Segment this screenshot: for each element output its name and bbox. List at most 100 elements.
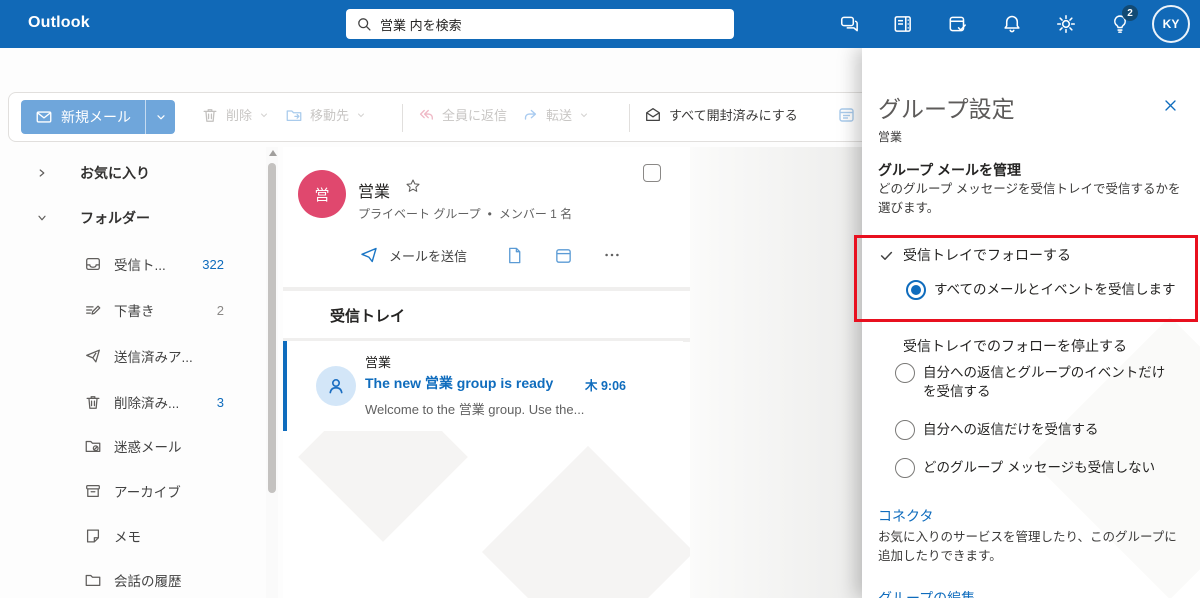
inbox-title: 受信トレイ — [330, 308, 406, 325]
edit-group-link[interactable]: グループの編集 — [878, 588, 975, 598]
sidebar-item-favorites[interactable]: お気に入り — [0, 156, 262, 190]
checkmark-icon — [880, 251, 893, 260]
top-app-bar: Outlook 営業 内を検索 2 KY — [0, 0, 1200, 48]
inbox-icon — [84, 255, 102, 273]
scrollbar-thumb[interactable] — [268, 163, 276, 493]
settings-gear-icon[interactable] — [1054, 12, 1078, 36]
message-list-item[interactable]: 営業 The new 営業 group is ready 木 9:06 Welc… — [283, 341, 683, 431]
group-header-card: 営 営業 プライベート グループ • メンバー 1 名 メールを送信 — [283, 150, 683, 287]
files-icon[interactable] — [505, 246, 524, 265]
connectors-link[interactable]: コネクタ — [878, 506, 933, 526]
chevron-right-icon — [36, 167, 48, 179]
send-mail-plane-icon[interactable] — [359, 245, 379, 265]
more-options-icon[interactable] — [603, 246, 621, 264]
account-avatar[interactable]: KY — [1152, 5, 1190, 43]
chevron-down-icon — [36, 212, 48, 224]
sidebar-item-sent[interactable]: 送信済みア... — [0, 339, 262, 373]
move-to-label: 移動先 — [310, 108, 350, 123]
outlook-window: Outlook 営業 内を検索 2 KY ホーム — [0, 0, 1200, 598]
mail-open-icon — [644, 106, 662, 124]
reply-all-button[interactable]: 全員に返信 — [417, 105, 507, 124]
message-time: 木 9:06 — [585, 379, 626, 393]
sidebar-item-archive[interactable]: アーカイブ — [0, 474, 262, 508]
deleted-label: 削除済み... — [114, 396, 180, 411]
radio-no-messages[interactable]: どのグループ メッセージも受信しない — [895, 458, 1177, 478]
sync-partial-icon — [837, 105, 857, 125]
mail-envelope-icon — [35, 108, 53, 126]
delete-button[interactable]: 削除 — [201, 105, 269, 124]
sent-label: 送信済みア... — [114, 350, 193, 365]
radio-all-mail-events[interactable]: すべてのメールとイベントを受信します — [906, 280, 1186, 300]
sidebar-item-folders[interactable]: フォルダー — [0, 201, 262, 235]
message-sender: 営業 — [365, 355, 392, 370]
new-mail-label: 新規メール — [61, 109, 131, 125]
calendar-icon[interactable] — [554, 246, 573, 265]
app-logo[interactable]: Outlook — [28, 14, 90, 32]
favorite-star-icon[interactable] — [405, 178, 421, 194]
group-member-count[interactable]: メンバー 1 名 — [499, 205, 572, 222]
group-name: 営業 — [358, 184, 391, 201]
note-icon — [84, 527, 102, 545]
select-all-checkbox[interactable] — [643, 164, 661, 182]
trash-icon — [201, 106, 219, 124]
radio-replies-and-events[interactable]: 自分への返信とグループのイベントだけを受信する — [895, 363, 1177, 401]
inbox-section-header: 受信トレイ — [283, 291, 683, 338]
manage-mail-title: グループ メールを管理 — [878, 162, 1022, 178]
sidebar-item-conversation-history[interactable]: 会話の履歴 — [0, 563, 262, 597]
sender-avatar — [316, 366, 356, 406]
chevron-down-icon — [581, 113, 588, 117]
junk-folder-icon — [84, 437, 102, 455]
new-mail-dropdown[interactable] — [145, 100, 175, 134]
drafts-label: 下書き — [114, 304, 155, 319]
sidebar-item-deleted[interactable]: 削除済み... 3 — [0, 385, 262, 419]
panel-title: グループ設定 — [878, 96, 1015, 122]
search-icon — [356, 16, 372, 32]
tasks-calendar-icon[interactable] — [946, 12, 970, 36]
new-mail-button[interactable]: 新規メール — [21, 100, 175, 134]
inbox-label: 受信ト... — [114, 258, 166, 273]
chevron-down-icon — [261, 113, 268, 117]
folder-move-icon — [285, 106, 303, 124]
move-to-button[interactable]: 移動先 — [285, 105, 366, 124]
radio-replies-only[interactable]: 自分への返信だけを受信する — [895, 420, 1177, 440]
scrollbar-up-arrow[interactable] — [269, 150, 277, 156]
feed-notebook-icon[interactable] — [891, 12, 915, 36]
unread-indicator-bar — [283, 341, 287, 431]
close-icon[interactable] — [1163, 98, 1178, 113]
sidebar-item-drafts[interactable]: 下書き 2 — [0, 293, 262, 327]
connectors-description: お気に入りのサービスを管理したり、このグループに追加したりできます。 — [878, 530, 1177, 563]
delete-label: 削除 — [226, 108, 253, 123]
follow-inbox-label: 受信トレイでフォローする — [903, 247, 1071, 263]
radio-replies-and-events-label: 自分への返信とグループのイベントだけを受信する — [923, 365, 1166, 399]
drafts-count: 2 — [216, 302, 224, 318]
send-mail-label[interactable]: メールを送信 — [389, 246, 467, 265]
folder-sidebar: お気に入り フォルダー 受信ト... 322 下書き 2 送信済みア... 削除… — [0, 147, 283, 598]
panel-group-name: 営業 — [878, 130, 903, 144]
radio-replies-only-label: 自分への返信だけを受信する — [923, 422, 1099, 437]
search-input[interactable]: 営業 内を検索 — [346, 9, 734, 39]
follow-inbox-option[interactable]: 受信トレイでフォローする — [879, 245, 1071, 265]
inbox-count: 322 — [202, 256, 224, 272]
radio-no-messages-label: どのグループ メッセージも受信しない — [923, 460, 1156, 475]
notifications-bell-icon[interactable] — [1000, 12, 1024, 36]
group-settings-panel: グループ設定 営業 グループ メールを管理 どのグループ メッセージを受信トレイ… — [862, 48, 1200, 598]
trash-icon — [84, 393, 102, 411]
favorites-label: お気に入り — [80, 165, 150, 181]
group-avatar[interactable]: 営 — [298, 170, 346, 218]
folders-label: フォルダー — [80, 210, 150, 226]
message-subject: The new 営業 group is ready — [365, 375, 554, 391]
mark-all-read-button[interactable]: すべて開封済みにする — [644, 105, 798, 124]
conversation-history-label: 会話の履歴 — [114, 574, 182, 589]
archive-box-icon — [84, 482, 102, 500]
sidebar-item-notes[interactable]: メモ — [0, 519, 262, 553]
message-list-pane: 営 営業 プライベート グループ • メンバー 1 名 メールを送信 受信トレイ… — [283, 147, 690, 598]
group-subtitle: プライベート グループ • メンバー 1 名 — [358, 205, 573, 222]
sidebar-item-inbox[interactable]: 受信ト... 322 — [0, 247, 262, 281]
radio-unselected-icon — [895, 458, 915, 478]
sidebar-item-junk[interactable]: 迷惑メール — [0, 429, 262, 463]
drafts-pencil-icon — [84, 301, 102, 319]
tips-lightbulb-icon[interactable]: 2 — [1108, 5, 1138, 36]
chat-icon[interactable] — [838, 12, 862, 36]
reply-all-arrow-icon — [417, 106, 435, 124]
forward-button[interactable]: 転送 — [521, 105, 589, 124]
